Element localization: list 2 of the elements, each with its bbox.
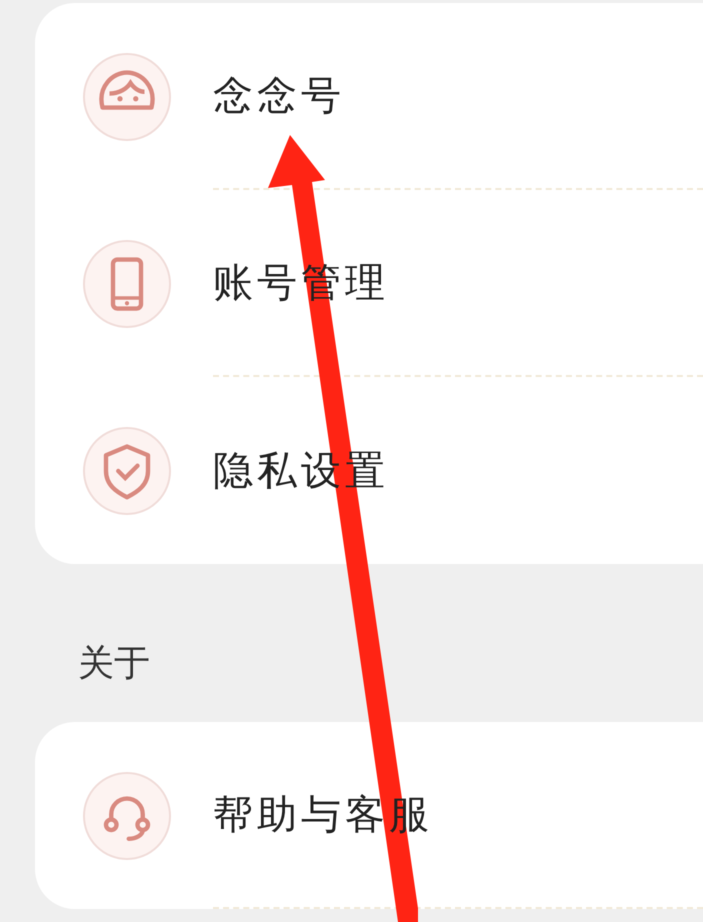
menu-item[interactable]: 念念号 <box>213 66 345 126</box>
section-title: 关于 <box>78 642 151 686</box>
